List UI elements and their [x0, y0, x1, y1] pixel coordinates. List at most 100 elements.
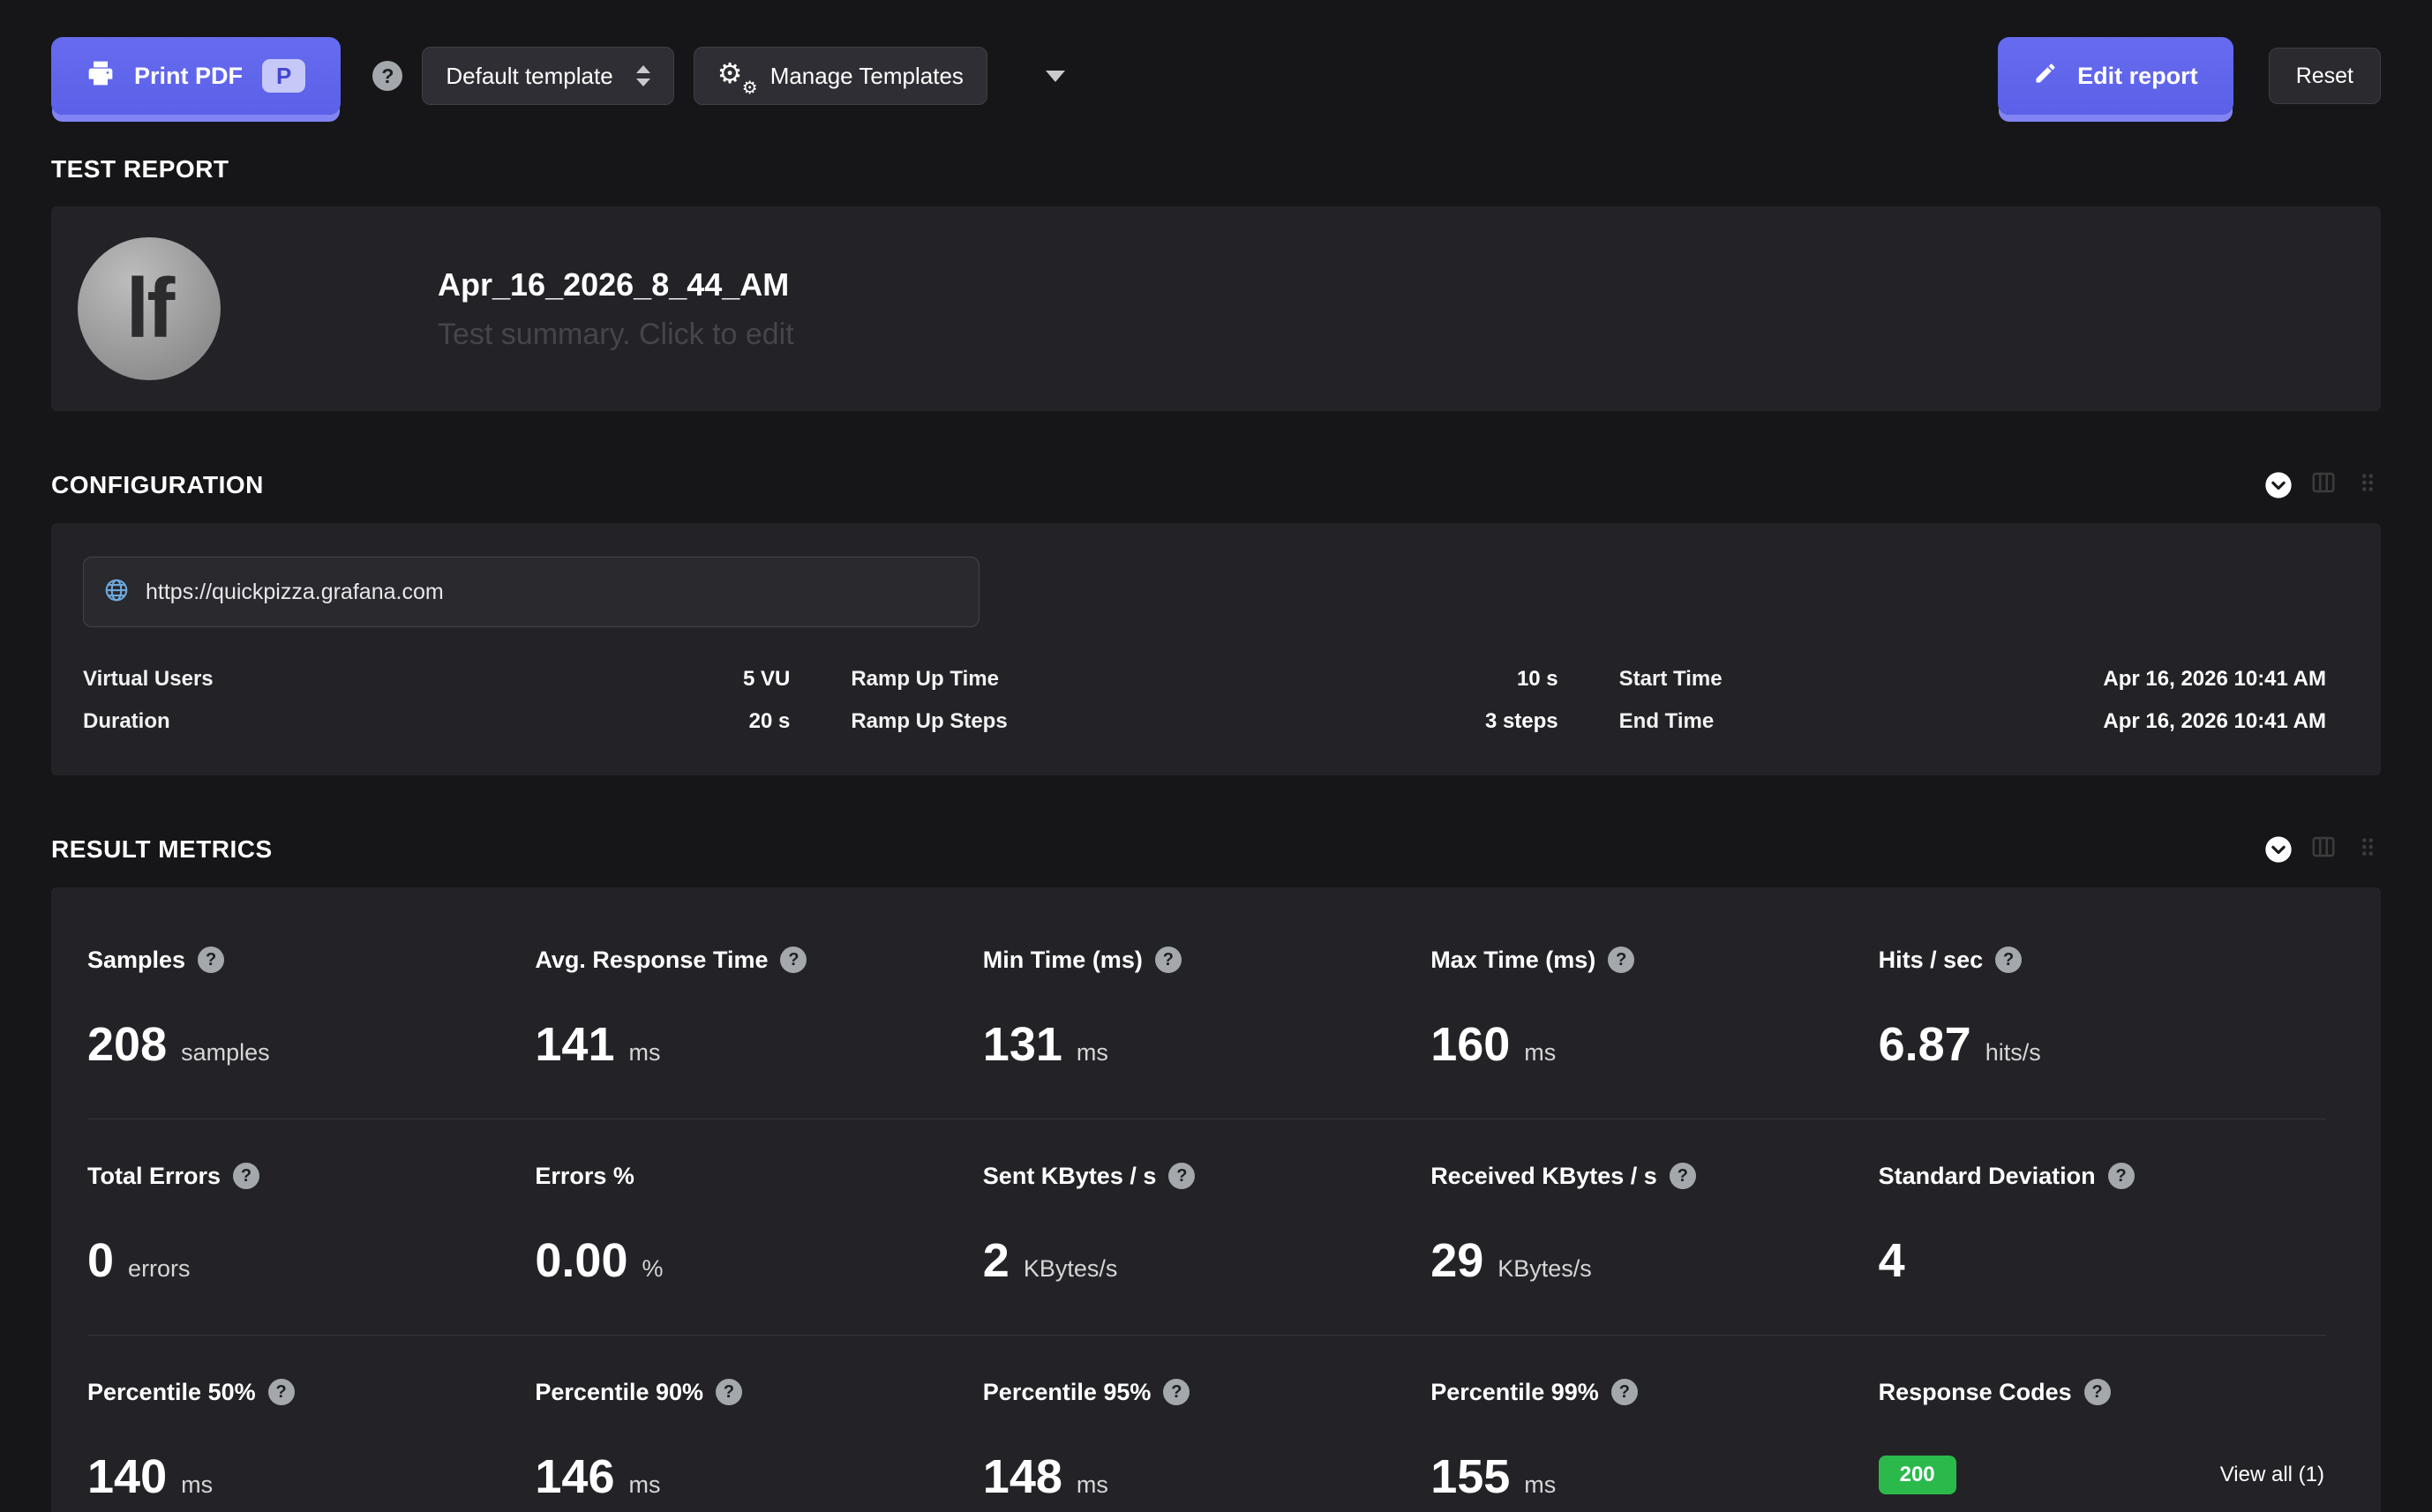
- help-icon[interactable]: ?: [233, 1163, 259, 1189]
- metric-label: Response Codes: [1879, 1378, 2072, 1406]
- columns-icon: [2310, 469, 2337, 500]
- help-icon[interactable]: ?: [2108, 1163, 2135, 1189]
- metric-cell-percentile-90: Percentile 90%? 146ms: [535, 1378, 982, 1503]
- help-icon[interactable]: ?: [1611, 1379, 1638, 1405]
- metric-value: 0: [87, 1234, 114, 1287]
- metric-label: Min Time (ms): [983, 946, 1143, 974]
- help-icon[interactable]: ?: [1168, 1163, 1195, 1189]
- metric-label: Avg. Response Time: [535, 946, 768, 974]
- target-url-input[interactable]: [146, 580, 959, 605]
- metric-label: Percentile 95%: [983, 1378, 1152, 1406]
- metric-unit: ms: [1077, 1471, 1108, 1499]
- metric-value: 155: [1430, 1450, 1510, 1503]
- target-url-field[interactable]: [83, 557, 980, 627]
- metric-unit: errors: [128, 1255, 191, 1283]
- metric-label: Hits / sec: [1879, 946, 1984, 974]
- configuration-title: CONFIGURATION: [51, 471, 264, 499]
- collapse-section-icon[interactable]: [2264, 471, 2293, 499]
- metric-cell-total-errors: Total Errors? 0 errors: [87, 1162, 535, 1287]
- metric-label: Received KBytes / s: [1430, 1162, 1657, 1190]
- help-icon[interactable]: ?: [198, 947, 224, 973]
- help-icon[interactable]: ?: [716, 1379, 742, 1405]
- config-value: 20 s: [749, 708, 791, 735]
- config-label: Start Time: [1619, 666, 1723, 692]
- section-header-icons: [2264, 834, 2381, 865]
- help-icon[interactable]: ?: [1163, 1379, 1190, 1405]
- metric-label: Total Errors: [87, 1162, 221, 1190]
- report-page: Print PDF P ? Default template ⚙ ⚙ Manag…: [0, 37, 2432, 1512]
- help-icon[interactable]: ?: [1670, 1163, 1696, 1189]
- columns-icon: [2310, 834, 2337, 865]
- metric-cell-received-kbytes: Received KBytes / s? 29KBytes/s: [1430, 1162, 1878, 1287]
- reset-label: Reset: [2296, 64, 2353, 89]
- help-icon[interactable]: ?: [780, 947, 807, 973]
- reset-button[interactable]: Reset: [2269, 48, 2381, 104]
- metric-cell-errors-pct: Errors % 0.00%: [535, 1162, 982, 1287]
- config-label: Virtual Users: [83, 666, 214, 692]
- metric-cell-percentile-99: Percentile 99%? 155ms: [1430, 1378, 1878, 1503]
- toolbar-dropdown-caret-icon[interactable]: [1046, 71, 1065, 82]
- metric-cell-min-time: Min Time (ms)? 131 ms: [983, 946, 1430, 1071]
- cogs-icon: ⚙ ⚙: [717, 59, 756, 93]
- configuration-panel: Virtual Users 5 VU Ramp Up Time 10 s Sta…: [51, 523, 2381, 775]
- metric-unit: ms: [181, 1471, 213, 1499]
- metric-value: 146: [535, 1450, 614, 1503]
- configuration-section-header: CONFIGURATION: [51, 469, 2381, 500]
- config-field-ramp-up-steps: Ramp Up Steps 3 steps: [851, 708, 1558, 735]
- metric-label: Percentile 50%: [87, 1378, 256, 1406]
- metric-unit: KBytes/s: [1497, 1255, 1592, 1283]
- printer-icon: [86, 59, 115, 94]
- edit-report-button[interactable]: Edit report: [1998, 37, 2233, 115]
- help-icon[interactable]: ?: [2084, 1379, 2111, 1405]
- manage-templates-button[interactable]: ⚙ ⚙ Manage Templates: [694, 47, 987, 105]
- metric-label: Sent KBytes / s: [983, 1162, 1157, 1190]
- help-icon[interactable]: ?: [1608, 947, 1634, 973]
- print-pdf-label: Print PDF: [134, 63, 243, 90]
- config-value: Apr 16, 2026 10:41 AM: [2103, 666, 2326, 692]
- report-name[interactable]: Apr_16_2026_8_44_AM: [438, 266, 794, 303]
- toolbar: Print PDF P ? Default template ⚙ ⚙ Manag…: [51, 37, 2381, 115]
- config-field-duration: Duration 20 s: [83, 708, 790, 735]
- status-badge-200: 200: [1879, 1456, 1956, 1494]
- metric-value: 140: [87, 1450, 167, 1503]
- config-value: 10 s: [1517, 666, 1558, 692]
- metrics-row: Total Errors? 0 errors Errors % 0.00% Sen…: [87, 1119, 2326, 1335]
- metric-unit: samples: [181, 1039, 270, 1067]
- metric-unit: ms: [629, 1039, 661, 1067]
- print-pdf-button[interactable]: Print PDF P: [51, 37, 341, 115]
- page-title: TEST REPORT: [51, 155, 2381, 183]
- help-icon[interactable]: ?: [1995, 947, 2022, 973]
- metric-value: 131: [983, 1018, 1062, 1071]
- collapse-section-icon[interactable]: [2264, 835, 2293, 864]
- config-value: 5 VU: [743, 666, 790, 692]
- metric-label: Samples: [87, 946, 185, 974]
- metric-unit: KBytes/s: [1024, 1255, 1118, 1283]
- select-stepper-icon: [636, 65, 650, 86]
- metric-value: 4: [1879, 1234, 1905, 1287]
- config-label: Ramp Up Time: [851, 666, 999, 692]
- config-label: End Time: [1619, 708, 1715, 735]
- config-value: 3 steps: [1485, 708, 1558, 735]
- config-field-ramp-up-time: Ramp Up Time 10 s: [851, 666, 1558, 692]
- view-all-link[interactable]: View all (1): [2220, 1463, 2324, 1487]
- metric-cell-samples: Samples? 208 samples: [87, 946, 535, 1071]
- template-select[interactable]: Default template: [422, 47, 673, 105]
- metric-value: 160: [1430, 1018, 1510, 1071]
- metric-cell-standard-deviation: Standard Deviation? 4: [1879, 1162, 2326, 1287]
- metric-cell-hits-per-sec: Hits / sec? 6.87hits/s: [1879, 946, 2326, 1071]
- metrics-row: Samples? 208samples Avg. Response Time? …: [87, 903, 2326, 1119]
- globe-icon: [103, 577, 130, 608]
- metric-value: 208: [87, 1018, 167, 1071]
- report-header-card: lf Apr_16_2026_8_44_AM Test summary. Cli…: [51, 206, 2381, 411]
- config-field-start-time: Start Time Apr 16, 2026 10:41 AM: [1619, 666, 2326, 692]
- metric-unit: ms: [1524, 1471, 1556, 1499]
- metric-unit: ms: [1077, 1039, 1108, 1067]
- report-summary-placeholder[interactable]: Test summary. Click to edit: [438, 318, 794, 352]
- metric-cell-percentile-95: Percentile 95%? 148ms: [983, 1378, 1430, 1503]
- help-icon[interactable]: ?: [372, 61, 402, 91]
- help-icon[interactable]: ?: [268, 1379, 295, 1405]
- metric-value: 6.87: [1879, 1018, 1971, 1071]
- section-header-icons: [2264, 469, 2381, 500]
- metric-unit: ms: [629, 1471, 661, 1499]
- help-icon[interactable]: ?: [1155, 947, 1182, 973]
